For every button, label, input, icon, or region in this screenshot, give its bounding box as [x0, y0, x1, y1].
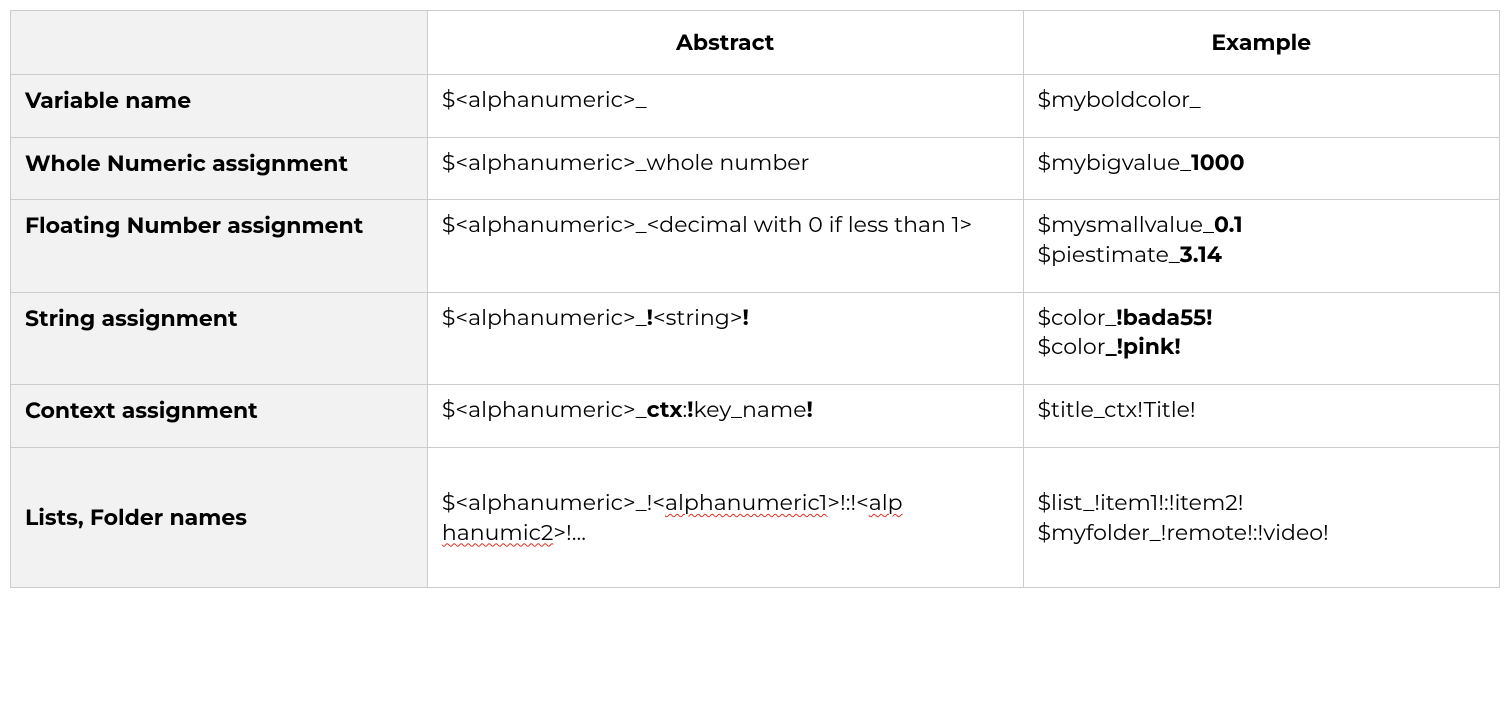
- header-example: Example: [1023, 11, 1500, 75]
- abstract-text: $<alphanumeric>_: [442, 304, 647, 331]
- example-text: $mybigvalue_: [1038, 149, 1192, 176]
- example-text: $mysmallvalue_: [1038, 211, 1214, 238]
- abstract-lists: $<alphanumeric>_!<alphanumeric1>!:!<alp h…: [427, 447, 1023, 587]
- row-name-context: Context assignment: [11, 385, 428, 448]
- abstract-float: $<alphanumeric>_<decimal with 0 if less …: [427, 200, 1023, 292]
- table-row: String assignment $<alphanumeric>_!<stri…: [11, 292, 1500, 384]
- syntax-reference-table: Abstract Example Variable name $<alphanu…: [10, 10, 1500, 588]
- example-text: $piestimate_: [1038, 241, 1180, 268]
- abstract-text: >!…: [553, 519, 586, 546]
- header-abstract: Abstract: [427, 11, 1023, 75]
- example-text: $list_!item1!:!item2!: [1038, 489, 1244, 516]
- table-row: Variable name $<alphanumeric>_ $myboldco…: [11, 75, 1500, 138]
- corner-cell: [11, 11, 428, 75]
- row-name-string: String assignment: [11, 292, 428, 384]
- example-bold: 0.1: [1214, 211, 1243, 238]
- example-context: $title_ctx!Title!: [1023, 385, 1500, 448]
- example-text: $myfolder_!remote!:!video!: [1038, 519, 1329, 546]
- example-bold: _!pink!: [1106, 333, 1181, 360]
- abstract-variable: $<alphanumeric>_: [427, 75, 1023, 138]
- abstract-string: $<alphanumeric>_!<string>!: [427, 292, 1023, 384]
- abstract-text: <string>: [653, 304, 742, 331]
- abstract-bold: !: [743, 304, 749, 331]
- example-whole: $mybigvalue_1000: [1023, 137, 1500, 200]
- spellcheck-squiggle: hanumic2: [442, 519, 553, 546]
- row-name-float: Floating Number assignment: [11, 200, 428, 292]
- row-name-variable: Variable name: [11, 75, 428, 138]
- abstract-whole: $<alphanumeric>_whole number: [427, 137, 1023, 200]
- table-row: Lists, Folder names $<alphanumeric>_!<al…: [11, 447, 1500, 587]
- example-text: $color_: [1038, 304, 1117, 331]
- example-float: $mysmallvalue_0.1 $piestimate_3.14: [1023, 200, 1500, 292]
- abstract-text: $<alphanumeric>_!<: [442, 489, 665, 516]
- example-variable: $myboldcolor_: [1023, 75, 1500, 138]
- abstract-text: key_name: [694, 396, 807, 423]
- table-row: Floating Number assignment $<alphanumeri…: [11, 200, 1500, 292]
- spellcheck-squiggle: alp: [869, 489, 903, 516]
- example-lists: $list_!item1!:!item2! $myfolder_!remote!…: [1023, 447, 1500, 587]
- row-name-lists: Lists, Folder names: [11, 447, 428, 587]
- example-bold: 1000: [1191, 149, 1244, 176]
- example-string: $color_!bada55! $color_!pink!: [1023, 292, 1500, 384]
- example-bold: 3.14: [1180, 241, 1222, 268]
- table-row: Whole Numeric assignment $<alphanumeric>…: [11, 137, 1500, 200]
- header-row: Abstract Example: [11, 11, 1500, 75]
- abstract-bold: !: [807, 396, 813, 423]
- abstract-context: $<alphanumeric>_ctx:!key_name!: [427, 385, 1023, 448]
- spellcheck-squiggle: alphanumeric1: [665, 489, 827, 516]
- abstract-text: $<alphanumeric>_: [442, 396, 647, 423]
- abstract-text: >!:!<: [827, 489, 868, 516]
- table-row: Context assignment $<alphanumeric>_ctx:!…: [11, 385, 1500, 448]
- abstract-bold: ctx: [647, 396, 683, 423]
- example-bold: !bada55!: [1116, 304, 1212, 331]
- example-text: $color: [1038, 333, 1106, 360]
- row-name-whole: Whole Numeric assignment: [11, 137, 428, 200]
